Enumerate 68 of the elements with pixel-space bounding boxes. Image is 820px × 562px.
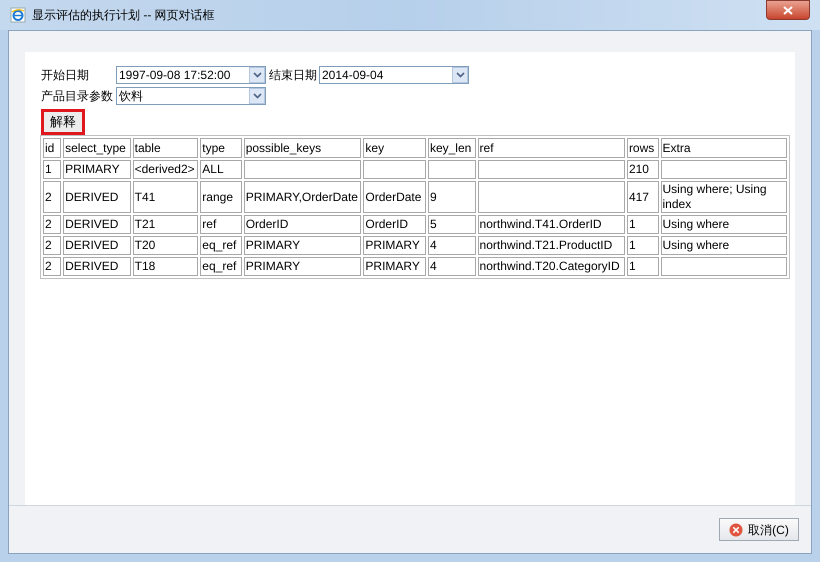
table-cell: OrderID (244, 215, 362, 234)
column-header: rows (626, 138, 659, 158)
start-date-select[interactable]: 1997-09-08 17:52:00 (116, 66, 266, 84)
column-header: Extra (660, 138, 787, 158)
table-cell: 1 (626, 236, 659, 255)
column-header: id (43, 138, 62, 158)
table-cell: 1 (626, 215, 659, 234)
table-cell: PRIMARY (244, 236, 362, 255)
table-cell: eq_ref (200, 236, 242, 255)
browser-icon (10, 7, 26, 23)
close-button[interactable] (766, 0, 810, 20)
table-cell: T21 (132, 215, 198, 234)
table-cell: Using where (660, 215, 787, 234)
catalog-label: 产品目录参数 (41, 88, 114, 105)
column-header: key_len (428, 138, 476, 158)
cancel-button[interactable]: 取消(C) (719, 518, 799, 541)
table-cell: PRIMARY (363, 257, 426, 276)
table-cell: 2 (43, 181, 62, 213)
table-cell: northwind.T20.CategoryID (478, 257, 625, 276)
table-cell: T18 (132, 257, 198, 276)
table-cell: 210 (626, 160, 659, 179)
table-cell: DERIVED (63, 257, 131, 276)
table-cell: PRIMARY (244, 257, 362, 276)
column-header: key (363, 138, 426, 158)
table-cell: 417 (626, 181, 659, 213)
table-cell: 2 (43, 236, 62, 255)
table-cell: PRIMARY (63, 160, 131, 179)
table-cell: 1 (43, 160, 62, 179)
cancel-icon (729, 522, 744, 536)
table-cell: northwind.T41.OrderID (478, 215, 625, 234)
table-cell: DERIVED (63, 181, 131, 213)
table-cell: Using where (660, 236, 787, 255)
window-title: 显示评估的执行计划 -- 网页对话框 (32, 7, 216, 24)
table-cell: PRIMARY (363, 236, 426, 255)
table-cell: Using where; Using index (660, 181, 787, 213)
table-cell: 9 (428, 181, 476, 213)
table-cell: 2 (43, 257, 62, 276)
table-cell: 4 (428, 236, 476, 255)
table-cell: northwind.T21.ProductID (478, 236, 625, 255)
table-cell: 1 (626, 257, 659, 276)
column-header: ref (478, 138, 625, 158)
explain-button[interactable]: 解释 (41, 109, 85, 135)
table-cell (363, 160, 426, 179)
table-cell: range (200, 181, 242, 213)
table-cell: T20 (132, 236, 198, 255)
table-cell: 5 (428, 215, 476, 234)
column-header: select_type (63, 138, 131, 158)
table-cell: DERIVED (63, 236, 131, 255)
catalog-select[interactable]: 饮料 (116, 87, 266, 105)
column-header: type (200, 138, 242, 158)
table-cell (428, 160, 476, 179)
table-cell: OrderID (363, 215, 426, 234)
table-cell: PRIMARY,OrderDate (244, 181, 362, 213)
start-date-label: 开始日期 (41, 67, 90, 84)
table-cell: ALL (200, 160, 242, 179)
end-date-select[interactable]: 2014-09-04 (319, 66, 469, 84)
close-icon (783, 6, 793, 14)
table-cell: eq_ref (200, 257, 242, 276)
table-cell: 2 (43, 215, 62, 234)
column-header: table (132, 138, 198, 158)
table-cell: DERIVED (63, 215, 131, 234)
end-date-label: 结束日期 (269, 67, 317, 84)
table-cell: 4 (428, 257, 476, 276)
table-cell: <derived2> (132, 160, 198, 179)
table-cell: ref (200, 215, 242, 234)
column-header: possible_keys (244, 138, 362, 158)
table-cell: OrderDate (363, 181, 426, 213)
table-cell: T41 (132, 181, 198, 213)
